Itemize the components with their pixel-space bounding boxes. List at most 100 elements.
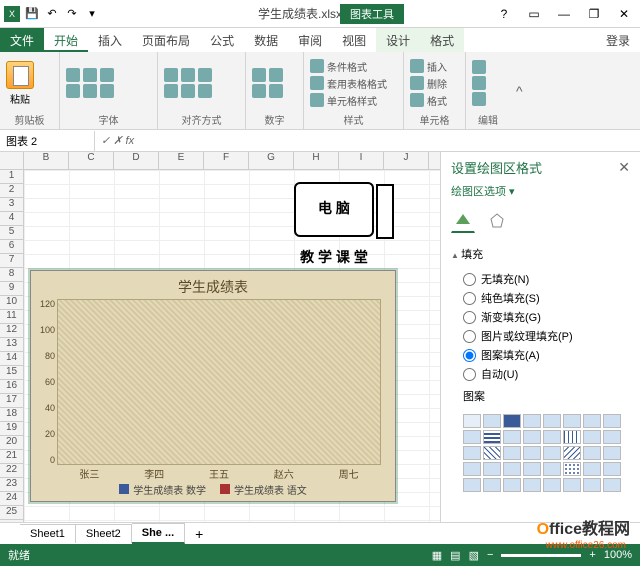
redo-icon[interactable]: ↷ [64,6,80,22]
pattern-swatch[interactable] [503,462,521,476]
pattern-swatch[interactable] [523,430,541,444]
row-header[interactable]: 24 [0,492,23,506]
pattern-swatch[interactable] [503,446,521,460]
row-header[interactable]: 17 [0,394,23,408]
radio-picture-fill[interactable]: 图片或纹理填充(P) [463,328,630,344]
pattern-swatch[interactable] [543,478,561,492]
chart-title[interactable]: 学生成绩表 [31,271,395,297]
decrease-decimal-icon[interactable] [269,84,283,98]
col-header[interactable]: H [294,152,339,169]
radio-pattern-fill[interactable]: 图案填充(A) [463,347,630,363]
pattern-swatch[interactable] [463,462,481,476]
view-page-icon[interactable]: ▤ [450,549,460,562]
row-header[interactable]: 11 [0,310,23,324]
row-header[interactable]: 12 [0,324,23,338]
tab-design[interactable]: 设计 [376,28,420,52]
row-header[interactable]: 15 [0,366,23,380]
border-icon[interactable] [66,84,80,98]
format-table-button[interactable]: 套用表格格式 [310,76,387,91]
pattern-swatch[interactable] [523,446,541,460]
sheet-tab[interactable]: Sheet2 [76,524,132,543]
pattern-swatch[interactable] [543,414,561,428]
col-header[interactable]: F [204,152,249,169]
pattern-swatch[interactable] [603,446,621,460]
align-right-icon[interactable] [198,84,212,98]
new-sheet-button[interactable]: + [185,523,213,545]
paste-button[interactable]: 粘贴 [6,61,34,106]
fill-section-header[interactable]: 填充 [451,243,630,265]
close-button[interactable]: ✕ [612,6,636,22]
pattern-swatch[interactable] [563,462,581,476]
col-header[interactable]: D [114,152,159,169]
row-header[interactable]: 23 [0,478,23,492]
tab-review[interactable]: 审阅 [288,28,332,52]
bold-icon[interactable] [66,68,80,82]
pattern-swatch[interactable] [603,478,621,492]
pattern-swatch[interactable] [543,446,561,460]
restore-button[interactable]: ❐ [582,6,606,22]
minimize-button[interactable]: — [552,6,576,22]
row-header[interactable]: 18 [0,408,23,422]
fx-icon[interactable]: ✓ ✗ fx [95,134,140,147]
col-header[interactable]: I [339,152,384,169]
row-header[interactable]: 6 [0,240,23,254]
zoom-out-icon[interactable]: − [487,549,493,561]
col-header[interactable]: G [249,152,294,169]
col-header[interactable]: C [69,152,114,169]
col-header[interactable]: B [24,152,69,169]
row-header[interactable]: 16 [0,380,23,394]
formula-input[interactable] [140,139,640,143]
pattern-swatch[interactable] [503,478,521,492]
currency-icon[interactable] [252,68,266,82]
tab-formulas[interactable]: 公式 [200,28,244,52]
pattern-swatch[interactable] [583,462,601,476]
effects-icon[interactable] [485,209,509,233]
cell-grid[interactable]: 电 脑 教 学 课 堂 学生成绩表 120100806040200 张三李四王五… [24,170,440,522]
name-box[interactable]: 图表 2 [0,131,95,151]
tab-view[interactable]: 视图 [332,28,376,52]
pattern-swatch[interactable] [463,430,481,444]
save-icon[interactable]: 💾 [24,6,40,22]
tab-format[interactable]: 格式 [420,28,464,52]
fill-line-icon[interactable] [451,209,475,233]
row-header[interactable]: 1 [0,170,23,184]
increase-decimal-icon[interactable] [252,84,266,98]
align-middle-icon[interactable] [181,68,195,82]
sheet-tab-active[interactable]: She ... [132,523,185,544]
col-header[interactable]: J [384,152,429,169]
row-header[interactable]: 10 [0,296,23,310]
pattern-swatch[interactable] [483,446,501,460]
pattern-swatch[interactable] [603,430,621,444]
tab-data[interactable]: 数据 [244,28,288,52]
underline-icon[interactable] [100,68,114,82]
row-header[interactable]: 4 [0,212,23,226]
cell-styles-button[interactable]: 单元格样式 [310,93,387,108]
view-normal-icon[interactable]: ▦ [432,549,442,562]
tab-insert[interactable]: 插入 [88,28,132,52]
worksheet[interactable]: B C D E F G H I J 1234567891011121314151… [0,152,440,522]
pattern-swatch[interactable] [483,462,501,476]
collapse-ribbon-icon[interactable]: ^ [516,83,528,99]
row-header[interactable]: 20 [0,436,23,450]
view-break-icon[interactable]: ▧ [469,549,479,562]
row-header[interactable]: 3 [0,198,23,212]
align-bottom-icon[interactable] [198,68,212,82]
clear-icon[interactable] [472,92,486,106]
row-header[interactable]: 8 [0,268,23,282]
tab-home[interactable]: 开始 [44,28,88,52]
sign-in-link[interactable]: 登录 [596,28,640,52]
help-icon[interactable]: ? [492,6,516,22]
pattern-swatch[interactable] [483,430,501,444]
fill-color-icon[interactable] [83,84,97,98]
pattern-swatch[interactable] [523,478,541,492]
fill-icon[interactable] [472,76,486,90]
undo-icon[interactable]: ↶ [44,6,60,22]
italic-icon[interactable] [83,68,97,82]
row-header[interactable]: 2 [0,184,23,198]
radio-solid-fill[interactable]: 纯色填充(S) [463,290,630,306]
percent-icon[interactable] [269,68,283,82]
row-header[interactable]: 13 [0,338,23,352]
tab-file[interactable]: 文件 [0,28,44,52]
chart-object[interactable]: 学生成绩表 120100806040200 张三李四王五赵六周七 学生成绩表 数… [30,270,396,502]
radio-no-fill[interactable]: 无填充(N) [463,271,630,287]
